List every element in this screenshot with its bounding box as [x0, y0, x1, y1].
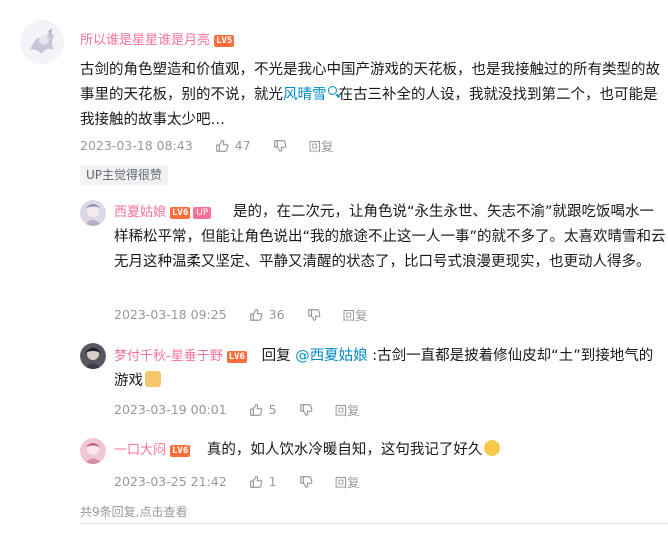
thumbs-down-icon[interactable]: [299, 475, 313, 489]
thumbs-up-icon[interactable]: [249, 403, 263, 417]
mention-link[interactable]: @西夏姑娘: [295, 348, 368, 364]
reply-button[interactable]: 回复: [343, 305, 368, 324]
reply3-text: 一口大闷 LV6 真的，如人饮水冷暖自知，这句我记了好久: [114, 438, 666, 463]
timestamp: 2023-03-18 08:43: [80, 138, 193, 153]
reply2-username[interactable]: 梦付千秋-星垂于野: [114, 349, 223, 364]
cat-emoji-icon: [145, 371, 161, 387]
crying-emoji-icon: [484, 440, 501, 456]
search-link-text[interactable]: 风晴雪: [283, 87, 327, 103]
thumbs-down-icon[interactable]: [273, 139, 287, 153]
level-badge: LV6: [226, 351, 247, 363]
reply-button[interactable]: 回复: [309, 136, 334, 155]
thumbs-down-icon[interactable]: [299, 403, 313, 417]
reply3-text-body: 真的，如人饮水冷暖自知，这句我记了好久: [206, 442, 483, 458]
timestamp: 2023-03-18 09:25: [114, 307, 227, 322]
reply1-avatar[interactable]: [80, 200, 106, 226]
timestamp: 2023-03-25 21:42: [114, 474, 227, 489]
level-badge: LV5: [214, 35, 235, 47]
reply-prefix: 回复: [261, 348, 291, 364]
reply1-text: 是的，在二次元，让角色说“永生永世、矢志不渝”就跟吃饭喝水一样稀松平常，但能让角…: [114, 200, 666, 275]
reply2-meta: 2023-03-19 00:01 5 回复: [114, 400, 360, 419]
reply1-meta: 2023-03-18 09:25 36 回复: [114, 305, 368, 324]
reply2-text: 梦付千秋-星垂于野 LV6 回复 @西夏姑娘 :古剑一直都是披着修仙皮却“土”到接…: [114, 344, 666, 394]
view-more-link[interactable]: 点击查看: [139, 505, 187, 519]
thumbs-up-icon[interactable]: [249, 308, 263, 322]
root-comment-text: 古剑的角色塑造和价值观，不光是我心中国产游戏的天花板，也是我接触过的所有类型的故…: [80, 58, 668, 133]
root-meta: 2023-03-18 08:43 47 回复: [80, 136, 334, 155]
thumbs-down-icon[interactable]: [307, 308, 321, 322]
like-count: 5: [268, 402, 277, 417]
reply-button[interactable]: 回复: [335, 472, 360, 491]
reply-button[interactable]: 回复: [335, 400, 360, 419]
thumbs-up-icon[interactable]: [249, 475, 263, 489]
search-icon: [327, 86, 337, 95]
reply-count: 共9条回复,: [80, 505, 140, 519]
view-more-replies[interactable]: 共9条回复,点击查看: [80, 503, 187, 520]
like-count: 1: [268, 474, 277, 489]
level-badge: LV6: [170, 445, 191, 457]
like-count: 47: [234, 138, 251, 153]
reply1-text-body: 是的，在二次元，让角色说“永生永世、矢志不渝”就跟吃饭喝水一样稀松平常，但能让角…: [114, 204, 666, 270]
reply3-username[interactable]: 一口大闷: [114, 443, 166, 458]
thumbs-up-icon[interactable]: [215, 139, 229, 153]
up-liked-badge: UP主觉得很赞: [80, 165, 169, 185]
reply3-avatar[interactable]: [80, 438, 106, 464]
root-avatar[interactable]: [20, 20, 64, 64]
divider: [80, 523, 668, 524]
like-count: 36: [268, 307, 285, 322]
search-link[interactable]: 风晴雪: [283, 86, 339, 103]
root-username-text[interactable]: 所以谁是星星谁是月亮: [80, 33, 210, 48]
root-username[interactable]: 所以谁是星星谁是月亮 LV5: [80, 29, 235, 48]
reply3-meta: 2023-03-25 21:42 1 回复: [114, 472, 360, 491]
reply2-avatar[interactable]: [80, 343, 106, 369]
timestamp: 2023-03-19 00:01: [114, 402, 227, 417]
